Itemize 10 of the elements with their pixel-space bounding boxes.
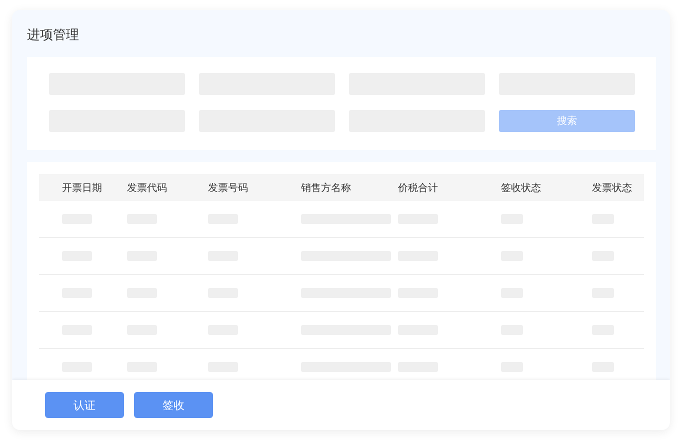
column-header: 销售方名称 bbox=[301, 182, 352, 194]
column-header: 发票状态 bbox=[592, 182, 633, 194]
column-header: 开票日期 bbox=[61, 182, 103, 194]
action-button[interactable]: 认证 bbox=[45, 392, 124, 418]
page-title: 进项管理 bbox=[26, 27, 80, 45]
column-header: 发票代码 bbox=[127, 182, 168, 194]
action-button[interactable]: 签收 bbox=[134, 392, 213, 418]
column-header: 发票号码 bbox=[208, 182, 249, 194]
column-header: 签收状态 bbox=[501, 182, 542, 194]
column-header: 价税合计 bbox=[398, 182, 439, 194]
